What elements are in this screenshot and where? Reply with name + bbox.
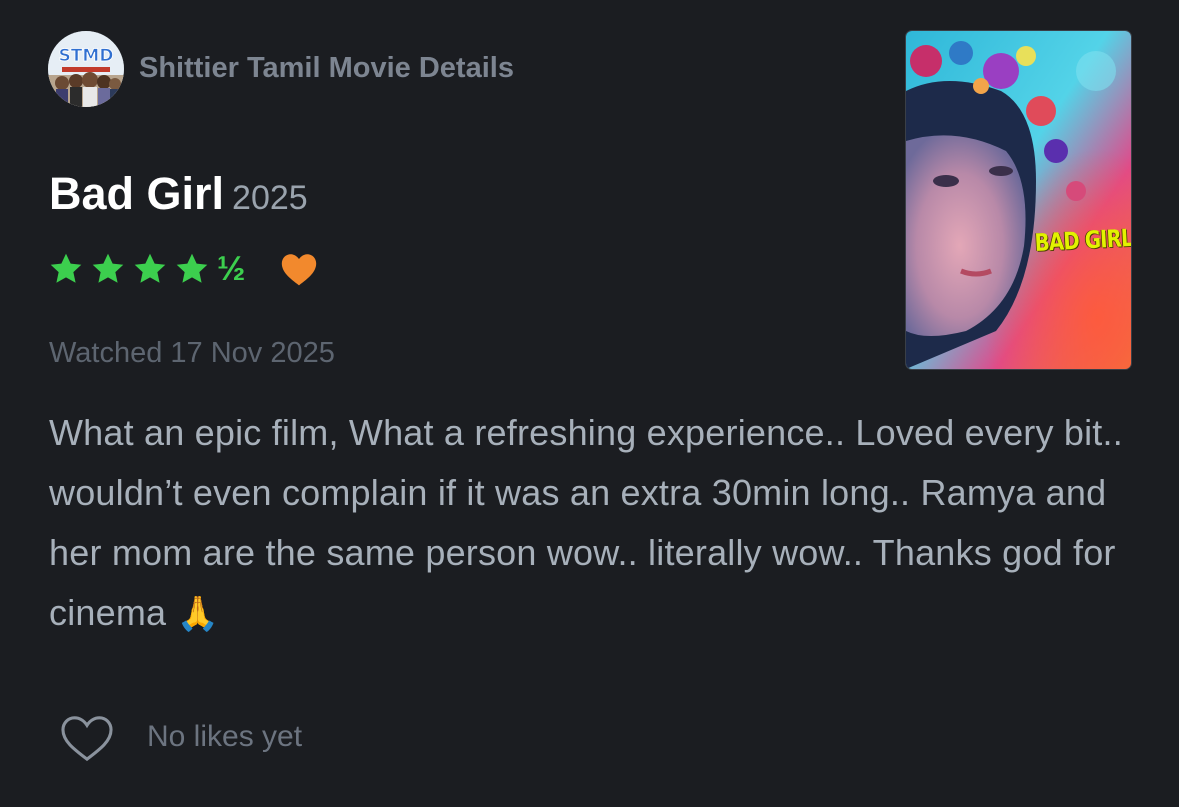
star-icon: [50, 253, 82, 283]
star-rating: ½: [48, 251, 245, 287]
film-title[interactable]: Bad Girl: [49, 168, 224, 219]
likes-count: No likes yet: [147, 720, 303, 753]
review-body: What an epic film, What a refreshing exp…: [49, 403, 1139, 644]
half-star: ½: [217, 250, 246, 288]
svg-text:STMD: STMD: [59, 46, 114, 66]
avatar-image: STMD: [48, 31, 124, 107]
poster-title-text: BAD GIRL: [1034, 223, 1131, 257]
praying-hands-emoji: 🙏: [176, 594, 220, 634]
author-avatar[interactable]: STMD: [48, 31, 124, 107]
heart-outline-icon[interactable]: [57, 713, 117, 763]
film-heading: Bad Girl 2025: [49, 168, 308, 220]
rating-row: ½: [48, 248, 319, 290]
liked-heart-icon: [282, 254, 317, 286]
film-year[interactable]: 2025: [232, 179, 308, 217]
watched-date[interactable]: Watched 17 Nov 2025: [49, 337, 335, 370]
star-icon: [134, 253, 166, 283]
author-name[interactable]: Shittier Tamil Movie Details: [139, 52, 514, 85]
film-poster[interactable]: BAD GIRL: [906, 31, 1131, 369]
star-icon: [176, 253, 208, 283]
star-icon: [92, 253, 124, 283]
poster-image: [906, 31, 1131, 369]
